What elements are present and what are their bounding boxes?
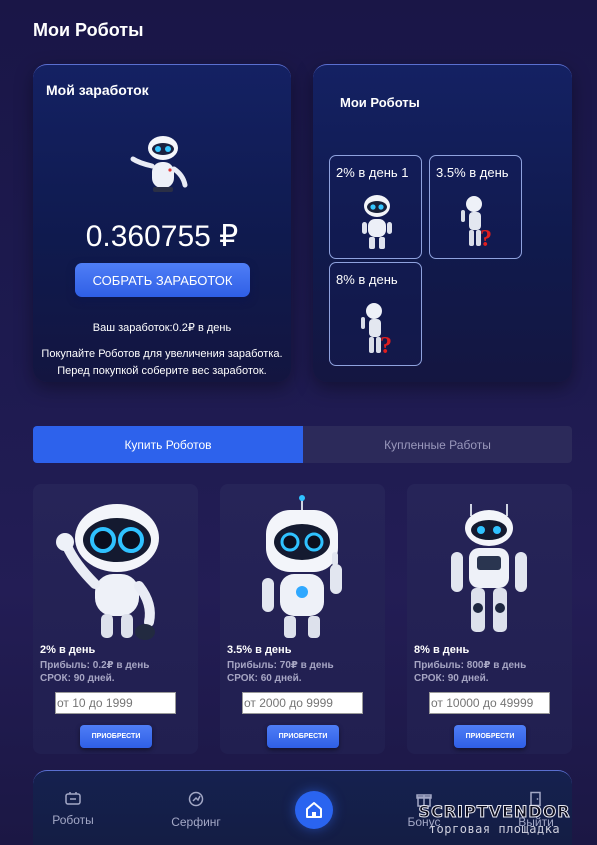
robot-thumbs-up-image	[262, 495, 342, 638]
product-card: 8% в день Прибыль: 800₽ в день СРОК: 90 …	[407, 484, 572, 754]
earnings-note-line1: Покупайте Роботов для увеличения заработ…	[41, 348, 283, 360]
nav-surfing[interactable]: Серфинг	[151, 791, 241, 829]
nav-robots-label: Роботы	[52, 813, 94, 827]
owned-robot-card[interactable]: 3.5% в день ?	[429, 155, 522, 259]
page-title: Мои Роботы	[33, 20, 144, 40]
robot-question-icon: ?	[461, 196, 492, 252]
tab-purchased-robots[interactable]: Купленные Работы	[303, 426, 572, 463]
earnings-title: Мой заработок	[46, 82, 149, 98]
collect-earnings-button[interactable]: СОБРАТЬ ЗАРАБОТОК	[75, 263, 250, 297]
owned-robot-card[interactable]: 2% в день 1	[329, 155, 422, 259]
earnings-note-line2: Перед покупкой соберите вес заработок.	[57, 365, 267, 377]
robot-illustration	[130, 136, 188, 192]
product-term: СРОК: 90 дней.	[414, 673, 489, 684]
earnings-rate: Ваш заработок:0.2₽ в день	[92, 322, 232, 334]
watermark-title: SCRIPTVENDOR	[418, 802, 571, 821]
svg-text:?: ?	[380, 333, 392, 359]
owned-robot-label: 3.5% в день	[436, 165, 509, 180]
amount-input[interactable]	[242, 692, 363, 714]
product-name: 3.5% в день	[227, 644, 292, 656]
robot-question-icon: ?	[361, 303, 392, 359]
amount-input[interactable]	[429, 692, 550, 714]
buy-button[interactable]: ПРИОБРЕСТИ	[80, 725, 152, 748]
my-robots-title: Мои Роботы	[340, 95, 420, 110]
nav-home-button[interactable]	[295, 791, 333, 829]
watermark-subtitle: торговая площадка	[428, 822, 561, 836]
robot-standing-image	[451, 504, 527, 632]
earnings-card: Мой заработок 0.360755 ₽ СОБРАТЬ ЗАРАБОТ…	[33, 64, 291, 382]
owned-robot-label: 2% в день 1	[336, 165, 409, 180]
briefcase-icon	[65, 792, 81, 805]
product-profit: Прибыль: 800₽ в день	[414, 660, 527, 671]
tab-buy-robots[interactable]: Купить Роботов	[33, 426, 303, 463]
robot-waving-image	[56, 504, 159, 640]
svg-text:?: ?	[480, 226, 492, 252]
home-icon	[306, 802, 322, 818]
product-card: 3.5% в день Прибыль: 70₽ в день СРОК: 60…	[220, 484, 385, 754]
owned-robot-card[interactable]: 8% в день ?	[329, 262, 422, 366]
amount-input[interactable]	[55, 692, 176, 714]
nav-surfing-label: Серфинг	[171, 815, 221, 829]
my-robots-card: Мои Роботы 2% в день 1 3.5% в день ? 8% …	[313, 64, 572, 382]
product-name: 2% в день	[40, 644, 96, 656]
tab-bar: Купить Роботов Купленные Работы	[33, 426, 572, 463]
product-term: СРОК: 90 дней.	[40, 673, 115, 684]
watermark: SCRIPTVENDOR торговая площадка	[397, 802, 592, 836]
product-term: СРОК: 60 дней.	[227, 673, 302, 684]
buy-button[interactable]: ПРИОБРЕСТИ	[267, 725, 339, 748]
product-card: 2% в день Прибыль: 0.2₽ в день СРОК: 90 …	[33, 484, 198, 754]
owned-robot-label: 8% в день	[336, 272, 398, 287]
nav-robots[interactable]: Роботы	[28, 791, 118, 827]
product-name: 8% в день	[414, 644, 470, 656]
buy-button[interactable]: ПРИОБРЕСТИ	[454, 725, 526, 748]
earnings-note: Покупайте Роботов для увеличения заработ…	[33, 346, 291, 380]
product-profit: Прибыль: 70₽ в день	[227, 660, 334, 671]
product-profit: Прибыль: 0.2₽ в день	[40, 660, 150, 671]
gauge-icon	[188, 791, 204, 807]
earnings-amount: 0.360755 ₽	[85, 220, 239, 253]
robot-icon	[362, 195, 392, 249]
